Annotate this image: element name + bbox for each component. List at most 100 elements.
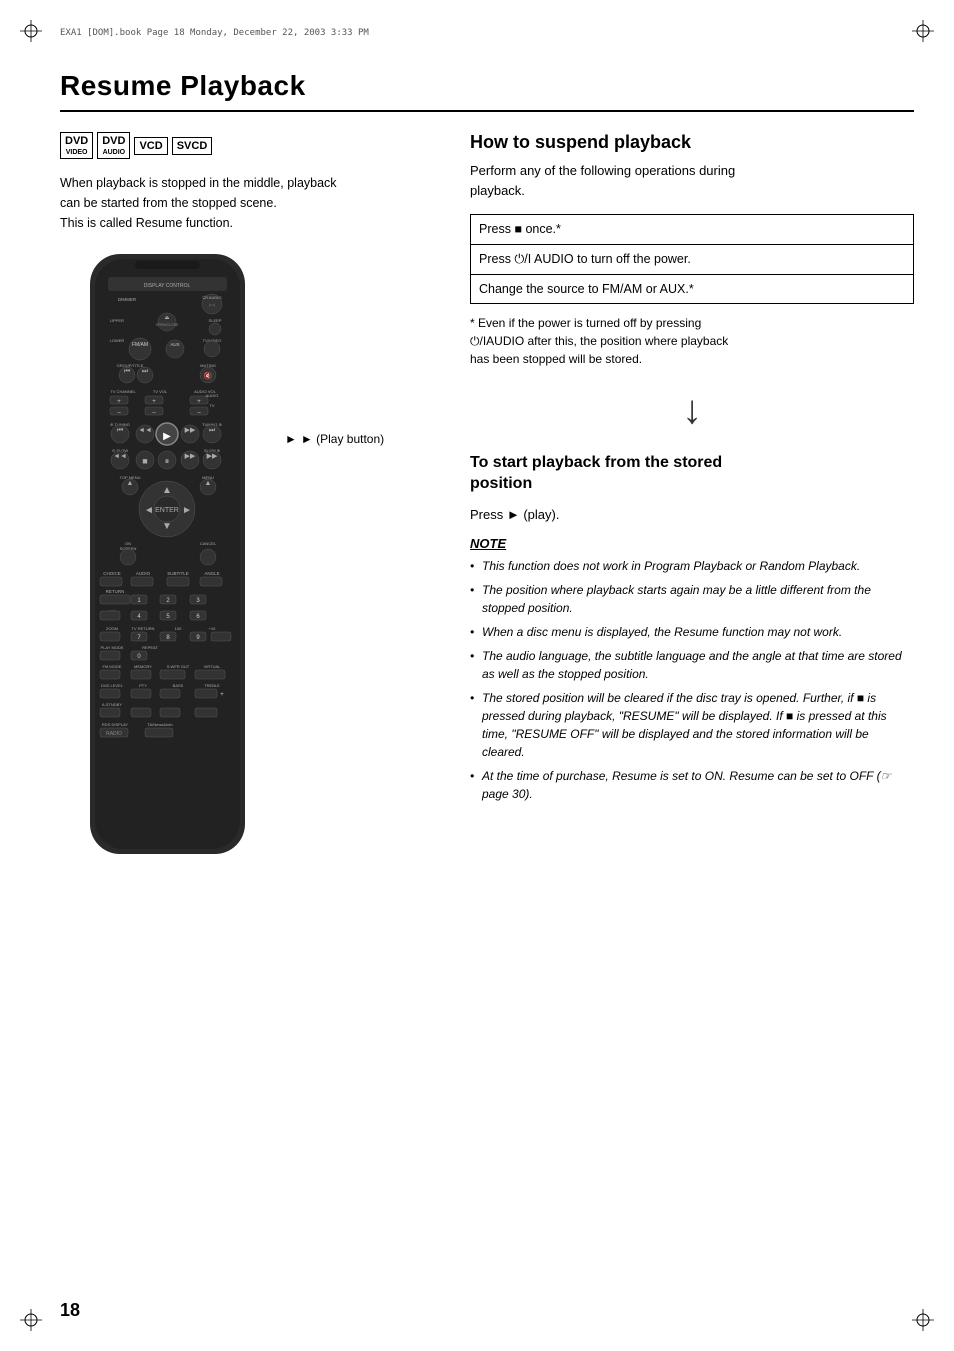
svg-text:100: 100 <box>175 626 182 631</box>
note-list: This function does not work in Program P… <box>470 557 914 803</box>
svg-text:RDS DISPLAY: RDS DISPLAY <box>102 722 128 727</box>
svg-text:⏭: ⏭ <box>209 427 216 434</box>
note-item-2: The position where playback starts again… <box>470 581 914 617</box>
note-item-4: The audio language, the subtitle languag… <box>470 647 914 683</box>
suspend-row-3: Change the source to FM/AM or AUX.* <box>471 275 913 304</box>
svg-text:▲: ▲ <box>205 480 212 487</box>
svg-text:⏭: ⏭ <box>142 368 149 375</box>
svg-text:TREBLE: TREBLE <box>204 683 220 688</box>
badge-svcd: SVCD <box>172 137 213 155</box>
page-container: EXA1 [DOM].book Page 18 Monday, December… <box>0 0 954 1351</box>
svg-text:ZOOM: ZOOM <box>106 626 118 631</box>
left-column: DVD VIDEO DVD AUDIO VCD SVCD When playba… <box>60 132 440 872</box>
svg-text:⏸: ⏸ <box>165 456 170 466</box>
svg-text:+: + <box>197 399 201 405</box>
remote-svg: DISPLAY CONTROL DIMMER ⏻/I AUDIO (• •) U… <box>60 249 280 872</box>
svg-text:▶▶: ▶▶ <box>207 453 218 460</box>
device-badges: DVD VIDEO DVD AUDIO VCD SVCD <box>60 132 440 159</box>
svg-text:MEMORY: MEMORY <box>134 664 152 669</box>
badge-vcd: VCD <box>134 137 167 155</box>
crosshair-bottom-left <box>20 1309 42 1331</box>
svg-text:FM/AM: FM/AM <box>132 342 148 348</box>
svg-text:🔇: 🔇 <box>204 371 213 380</box>
svg-text:SLEEP: SLEEP <box>209 318 222 323</box>
svg-text:◄◄: ◄◄ <box>138 427 152 434</box>
suspend-title: How to suspend playback <box>470 132 914 153</box>
svg-text:+: + <box>152 399 156 405</box>
play-button-annotation: ► ► (Play button) <box>285 432 384 446</box>
page-number: 18 <box>60 1300 80 1321</box>
svg-text:◄: ◄ <box>144 505 154 516</box>
svg-text:PLAY MODE: PLAY MODE <box>101 645 124 650</box>
file-info: EXA1 [DOM].book Page 18 Monday, December… <box>60 28 369 38</box>
crosshair-bottom-right <box>912 1309 934 1331</box>
right-column: How to suspend playback Perform any of t… <box>470 132 914 872</box>
note-item-5: The stored position will be cleared if t… <box>470 689 914 761</box>
svg-text:DIMMER: DIMMER <box>118 297 137 302</box>
content-area: DVD VIDEO DVD AUDIO VCD SVCD When playba… <box>60 132 914 872</box>
svg-text:OPEN/CLOSE: OPEN/CLOSE <box>156 323 179 327</box>
svg-text:ENTER: ENTER <box>155 507 179 514</box>
svg-text:AUX: AUX <box>170 342 179 347</box>
svg-text:+: + <box>220 692 224 698</box>
svg-text:GROUP/TITLE: GROUP/TITLE <box>117 363 144 368</box>
svg-text:REPEAT: REPEAT <box>142 645 158 650</box>
remote-illustration: DISPLAY CONTROL DIMMER ⏻/I AUDIO (• •) U… <box>60 249 440 872</box>
svg-text:FM MODE: FM MODE <box>103 664 122 669</box>
svg-text:+10: +10 <box>209 626 217 631</box>
svg-text:TV CHANNEL: TV CHANNEL <box>110 389 136 394</box>
suspend-subtitle: Perform any of the following operations … <box>470 161 914 200</box>
svg-text:CANCEL: CANCEL <box>200 541 217 546</box>
svg-text:▼: ▼ <box>162 521 172 532</box>
svg-text:▶▶: ▶▶ <box>185 453 196 460</box>
svg-text:►: ► <box>182 505 192 516</box>
svg-text:▶: ▶ <box>163 431 171 442</box>
svg-text:BASS: BASS <box>173 683 184 688</box>
svg-text:A.STNDBY: A.STNDBY <box>102 702 122 707</box>
svg-text:TV RETURN: TV RETURN <box>132 626 155 631</box>
suspend-row-1: Press ■ once.* <box>471 215 913 245</box>
note-title: NOTE <box>470 536 914 551</box>
crosshair-top-left <box>20 20 42 42</box>
svg-text:S.WFR OUT: S.WFR OUT <box>167 664 190 669</box>
svg-text:⏻/I AUDIO: ⏻/I AUDIO <box>203 295 222 300</box>
press-play: Press ► (play). <box>470 507 914 522</box>
svg-text:▶▶: ▶▶ <box>185 427 196 434</box>
badge-dvd-video: DVD VIDEO <box>60 132 93 159</box>
crosshair-top-right <box>912 20 934 42</box>
svg-text:DVD LEVEL: DVD LEVEL <box>101 683 124 688</box>
svg-text:CHOICE: CHOICE <box>103 571 121 576</box>
svg-text:▲: ▲ <box>162 485 172 496</box>
down-arrow: ↓ <box>470 388 914 433</box>
note-item-1: This function does not work in Program P… <box>470 557 914 575</box>
svg-text:DISPLAY CONTROL: DISPLAY CONTROL <box>144 283 191 289</box>
svg-text:RETURN: RETURN <box>106 589 125 594</box>
note-item-3: When a disc menu is displayed, the Resum… <box>470 623 914 641</box>
svg-text:⏏: ⏏ <box>165 315 170 321</box>
svg-text:⏮: ⏮ <box>124 368 130 375</box>
svg-text:ANGLE: ANGLE <box>204 571 219 576</box>
svg-text:+: + <box>117 399 121 405</box>
svg-text:TV VOL: TV VOL <box>153 389 168 394</box>
svg-text:AUDIO: AUDIO <box>136 571 151 576</box>
svg-text:RADIO: RADIO <box>106 731 122 737</box>
suspend-table: Press ■ once.* Press ⏻/I AUDIO to turn o… <box>470 214 914 304</box>
svg-text:(• •): (• •) <box>209 303 215 307</box>
svg-text:LOWER: LOWER <box>110 338 125 343</box>
page-title: Resume Playback <box>60 70 914 112</box>
svg-text:AUDIO: AUDIO <box>206 393 219 398</box>
svg-text:TV: TV <box>209 403 214 408</box>
footnote: * Even if the power is turned off by pre… <box>470 314 914 368</box>
play-button-label: ► (Play button) <box>301 432 384 446</box>
svg-text:▲: ▲ <box>127 480 134 487</box>
stored-title: To start playback from the stored positi… <box>470 453 914 495</box>
svg-text:SUBTITLE: SUBTITLE <box>167 571 189 576</box>
note-item-6: At the time of purchase, Resume is set t… <box>470 767 914 803</box>
svg-text:■: ■ <box>142 456 147 466</box>
badge-dvd-audio: DVD AUDIO <box>97 132 130 159</box>
intro-text: When playback is stopped in the middle, … <box>60 173 440 233</box>
svg-text:UPPER: UPPER <box>110 318 124 323</box>
svg-text:TA/News&Info: TA/News&Info <box>147 722 173 727</box>
suspend-row-2: Press ⏻/I AUDIO to turn off the power. <box>471 245 913 275</box>
svg-text:⏮: ⏮ <box>117 427 123 434</box>
